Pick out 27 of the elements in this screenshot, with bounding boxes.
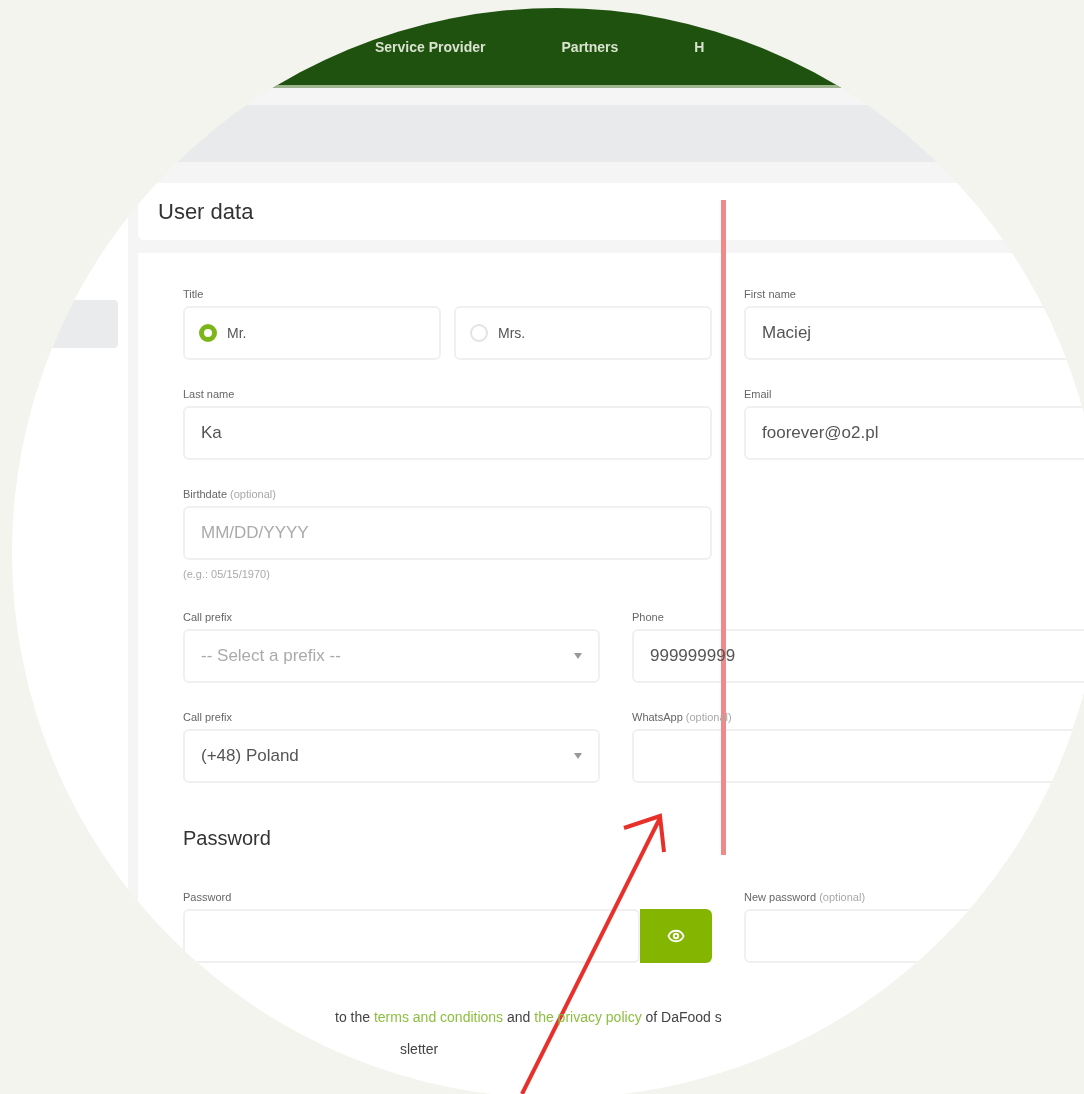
input-field[interactable]: foorever@o2.pl [744, 406, 1084, 460]
nav-link[interactable]: Service Provider [375, 38, 486, 55]
field-label: Password [183, 890, 233, 904]
show-password-button[interactable] [640, 909, 712, 963]
nav-link[interactable]: Partners [561, 38, 619, 55]
field-label: Call prefix [183, 610, 233, 624]
radio-option[interactable]: Mr. [183, 306, 441, 360]
radio-option[interactable]: Mrs. [454, 306, 712, 360]
field-label: Phone [632, 610, 665, 624]
nav-link[interactable]: H [694, 38, 705, 55]
select-field[interactable]: (+48) Poland [183, 729, 600, 783]
hint-text: (e.g.: 05/15/1970) [183, 568, 271, 580]
eye-icon [667, 927, 685, 945]
field-label: First name [744, 287, 797, 301]
field-label: Call prefix [183, 710, 233, 724]
newsletter-text: sletter [400, 1041, 440, 1057]
caret-icon [574, 653, 582, 659]
field-label: New password (optional) [744, 890, 867, 904]
section-heading: Password [183, 827, 272, 850]
input-field[interactable] [183, 909, 640, 963]
caret-icon [574, 753, 582, 759]
section-title: User data [158, 198, 254, 225]
input-field[interactable]: Ka [183, 406, 712, 460]
field-label: Email [744, 387, 773, 401]
field-label: Title [183, 287, 205, 301]
field-label: Birthdate (optional) [183, 487, 277, 501]
field-label: Last name [183, 387, 236, 401]
